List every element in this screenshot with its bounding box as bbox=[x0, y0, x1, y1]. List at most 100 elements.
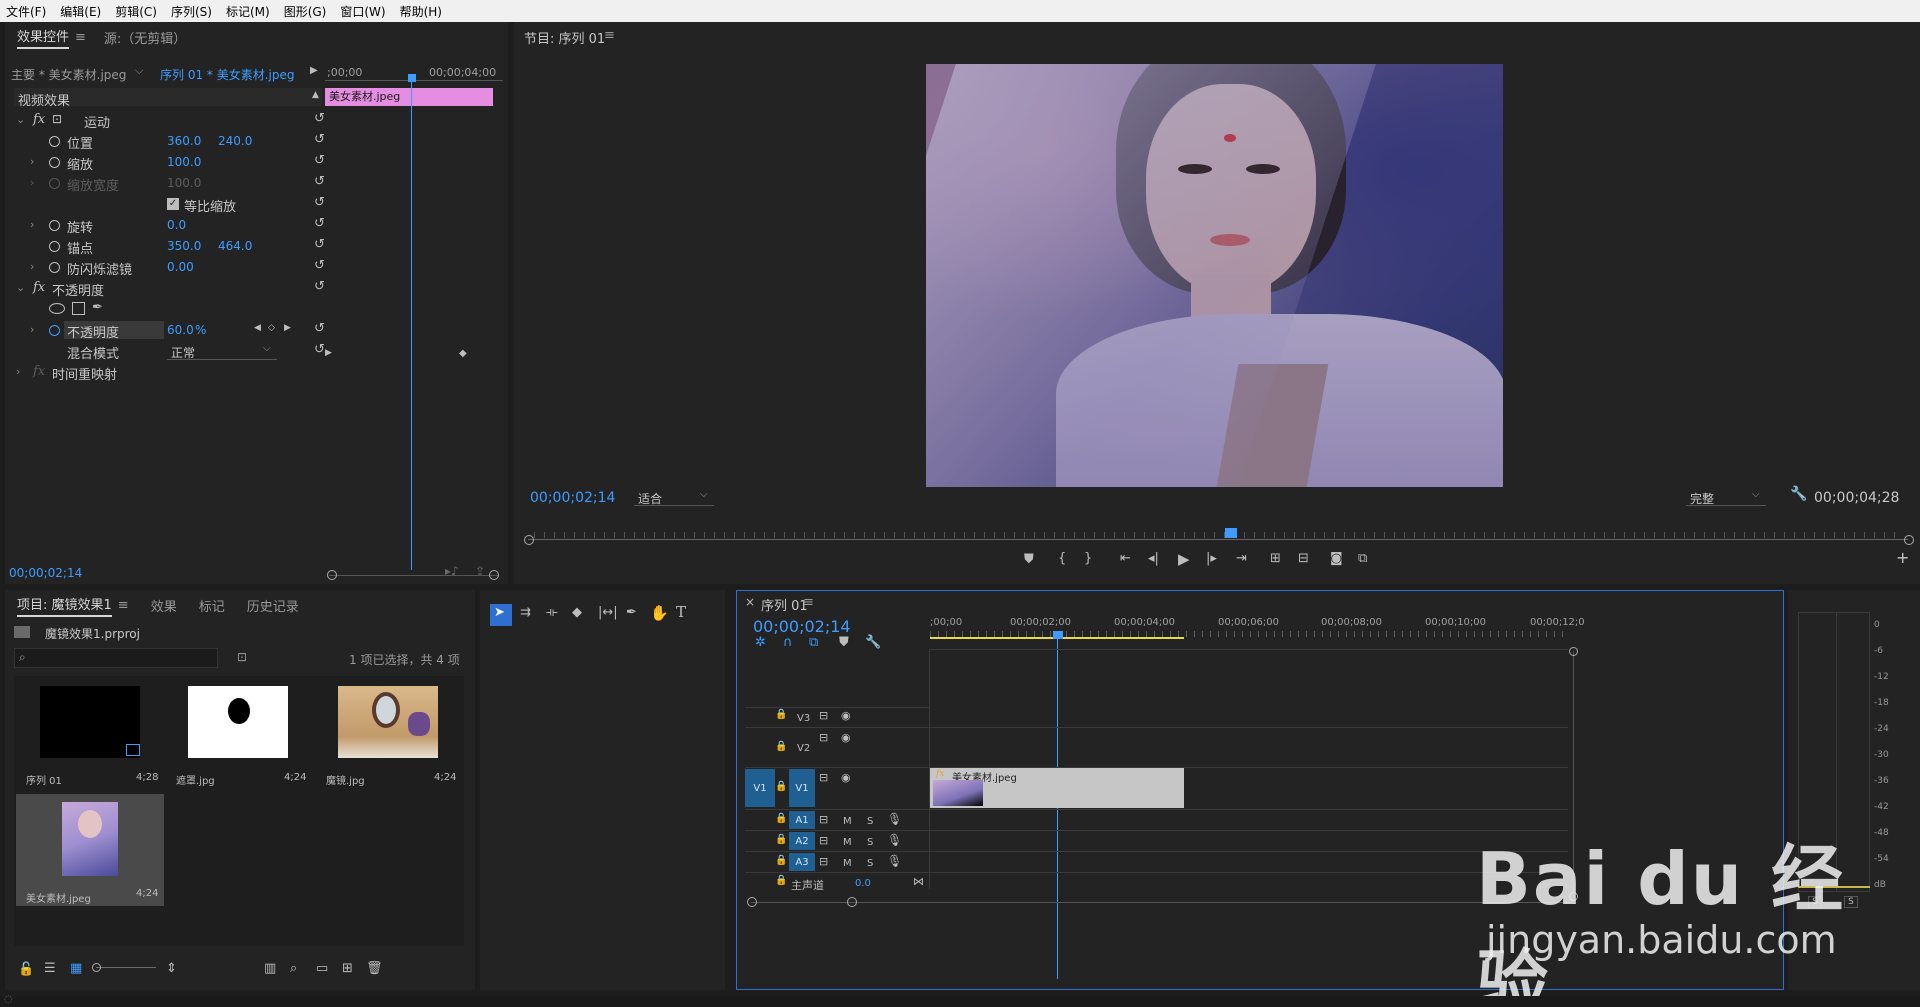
stopwatch-active-icon[interactable] bbox=[49, 325, 60, 336]
tab-effect-controls[interactable]: 效果控件 bbox=[17, 26, 70, 49]
zoom-slider-track[interactable] bbox=[96, 967, 156, 968]
blend-mode-dropdown[interactable]: 正常 ⌵ bbox=[167, 342, 277, 360]
timeline-vscroll-handle[interactable] bbox=[1569, 647, 1578, 656]
timeline-hscroll-track[interactable] bbox=[751, 902, 1571, 903]
project-item-selected[interactable]: 美女素材.jpeg 4;24 bbox=[16, 794, 164, 906]
rotation-value[interactable]: 0.0 bbox=[167, 218, 186, 232]
opacity-value[interactable]: 60.0 bbox=[167, 323, 194, 337]
tab-markers[interactable]: 标记 bbox=[199, 596, 225, 615]
filter-icon[interactable]: ▸♪ bbox=[445, 564, 459, 578]
lock-icon[interactable]: 🔒 bbox=[775, 875, 787, 886]
compare-icon[interactable]: ⧉ bbox=[1358, 551, 1367, 566]
timeline-timecode[interactable]: 00;00;02;14 bbox=[753, 617, 851, 636]
snap-icon[interactable]: ∩ bbox=[783, 635, 793, 650]
wrench-icon[interactable]: 🔧 bbox=[865, 635, 881, 650]
tab-effects[interactable]: 效果 bbox=[151, 596, 177, 615]
reset-icon[interactable]: ↺ bbox=[314, 216, 325, 231]
program-title[interactable]: 节目: 序列 01 bbox=[524, 28, 605, 47]
linked-selection-icon[interactable]: ⧉ bbox=[809, 635, 818, 650]
menu-graphics[interactable]: 图形(G) bbox=[284, 3, 327, 20]
project-item[interactable]: 序列 01 4;28 bbox=[16, 678, 164, 788]
menu-clip[interactable]: 剪辑(C) bbox=[115, 3, 157, 20]
master-track-value[interactable]: 0.0 bbox=[855, 878, 871, 889]
menu-window[interactable]: 窗口(W) bbox=[340, 3, 385, 20]
new-bin-search-icon[interactable]: ⊡ bbox=[237, 650, 247, 664]
step-back-icon[interactable]: ◂| bbox=[1148, 551, 1159, 566]
sync-lock-icon[interactable]: ⊟ bbox=[819, 813, 828, 826]
reset-icon[interactable]: ↺ bbox=[314, 237, 325, 252]
stopwatch-icon[interactable] bbox=[49, 220, 60, 231]
sync-lock-icon[interactable]: ⊟ bbox=[819, 731, 828, 744]
antiflicker-value[interactable]: 0.00 bbox=[167, 260, 194, 274]
sync-lock-icon[interactable]: ⊟ bbox=[819, 834, 828, 847]
camera-icon[interactable]: ◙ bbox=[1330, 551, 1343, 566]
reset-icon[interactable]: ↺ bbox=[314, 195, 325, 210]
add-button-icon[interactable]: + bbox=[1896, 548, 1909, 567]
close-icon[interactable]: × bbox=[745, 595, 755, 609]
lock-icon[interactable]: 🔒 bbox=[775, 741, 787, 752]
time-remap-row[interactable]: › fx 时间重映射 bbox=[14, 362, 322, 383]
go-to-out-icon[interactable]: ⇥ bbox=[1236, 551, 1247, 566]
opacity-section-row[interactable]: ⌄ fx 不透明度 ↺ bbox=[14, 278, 325, 299]
panel-menu-icon[interactable]: ≡ bbox=[75, 30, 86, 45]
scrubber-handle-left[interactable] bbox=[524, 535, 534, 545]
rectangle-mask-icon[interactable] bbox=[72, 302, 85, 315]
menu-edit[interactable]: 编辑(E) bbox=[60, 3, 101, 20]
sort-icon[interactable]: ⇕ bbox=[166, 961, 177, 976]
reset-icon[interactable]: ↺ bbox=[314, 174, 325, 189]
project-search-input[interactable]: ⌕ bbox=[14, 648, 218, 668]
new-bin-icon[interactable]: ▭ bbox=[316, 961, 328, 976]
project-item[interactable]: 遮罩.jpg 4;24 bbox=[166, 678, 314, 788]
solo-button[interactable]: S bbox=[867, 858, 873, 869]
next-keyframe-icon[interactable]: ▶ bbox=[284, 323, 291, 333]
fit-dropdown[interactable]: 适合 ⌵ bbox=[634, 488, 714, 506]
ripple-edit-tool-icon[interactable]: ⟛ bbox=[546, 605, 558, 620]
nest-icon[interactable]: ✲ bbox=[755, 635, 766, 650]
timeline-playhead-handle[interactable] bbox=[1053, 631, 1063, 639]
timeline-ruler[interactable]: ;00;00 00;00;02;00 00;00;04;00 00;00;06;… bbox=[930, 611, 1585, 641]
twisty-closed-icon[interactable]: › bbox=[30, 155, 34, 168]
project-item[interactable]: 魔镜.jpg 4;24 bbox=[316, 678, 464, 788]
twisty-closed-icon[interactable]: › bbox=[16, 365, 20, 378]
sync-lock-icon[interactable]: ⊟ bbox=[819, 709, 828, 722]
lock-icon[interactable]: 🔒 bbox=[775, 855, 787, 866]
play-icon[interactable]: ▶ bbox=[1178, 550, 1190, 568]
insert-icon[interactable]: ⊞ bbox=[1270, 551, 1281, 566]
microphone-icon[interactable]: 🎙 bbox=[887, 854, 902, 868]
timeline-clip-v1[interactable]: fx 美女素材.jpeg bbox=[930, 768, 1184, 808]
effect-timecode[interactable]: 00;00;02;14 bbox=[9, 566, 82, 580]
effect-mini-timeline[interactable]: ;00;00 00;00;04;00 美女素材.jpeg ▶ ◆ bbox=[325, 62, 503, 592]
scrubber-handle-right[interactable] bbox=[1904, 535, 1914, 545]
reset-icon[interactable]: ↺ bbox=[314, 279, 325, 294]
razor-tool-icon[interactable]: ◆ bbox=[572, 605, 582, 620]
play-clip-icon[interactable]: ▶ bbox=[310, 65, 318, 76]
lock-icon[interactable]: 🔒 bbox=[775, 813, 787, 824]
pen-tool-icon[interactable]: ✒ bbox=[626, 605, 637, 620]
reset-icon[interactable]: ↺ bbox=[314, 153, 325, 168]
fx-icon[interactable]: fx bbox=[33, 280, 45, 295]
list-view-icon[interactable]: ☰ bbox=[44, 961, 56, 976]
solo-button[interactable]: S bbox=[867, 816, 873, 827]
trash-icon[interactable]: 🗑 bbox=[366, 961, 383, 976]
reset-icon[interactable]: ↺ bbox=[314, 258, 325, 273]
program-scrubber[interactable] bbox=[524, 528, 1914, 545]
hand-tool-icon[interactable]: ✋ bbox=[650, 604, 669, 622]
fx-icon[interactable]: fx bbox=[33, 112, 45, 127]
solo-button[interactable]: S bbox=[867, 837, 873, 848]
menu-sequence[interactable]: 序列(S) bbox=[171, 3, 212, 20]
mini-clip-bar[interactable]: 美女素材.jpeg bbox=[325, 88, 493, 106]
add-keyframe-icon[interactable]: ◇ bbox=[268, 323, 275, 333]
twisty-closed-icon[interactable]: › bbox=[30, 218, 34, 231]
mini-scroll-handle-left[interactable] bbox=[327, 570, 337, 580]
sequence-clip-label[interactable]: 序列 01 * 美女素材.jpeg bbox=[160, 66, 294, 83]
track-a2-target[interactable]: A2 bbox=[789, 832, 815, 850]
track-v1-target[interactable]: V1 bbox=[789, 769, 815, 807]
sync-lock-icon[interactable]: ⊟ bbox=[819, 855, 828, 868]
panel-menu-icon[interactable]: ≡ bbox=[803, 595, 814, 610]
anchor-x-value[interactable]: 350.0 bbox=[167, 239, 201, 253]
mini-playhead-handle[interactable] bbox=[408, 74, 416, 82]
lock-icon[interactable]: 🔓 bbox=[18, 962, 34, 977]
eye-icon[interactable]: ◉ bbox=[841, 731, 851, 744]
source-patch-v1[interactable]: V1 bbox=[745, 769, 775, 807]
reset-icon[interactable]: ↺ bbox=[314, 321, 325, 336]
